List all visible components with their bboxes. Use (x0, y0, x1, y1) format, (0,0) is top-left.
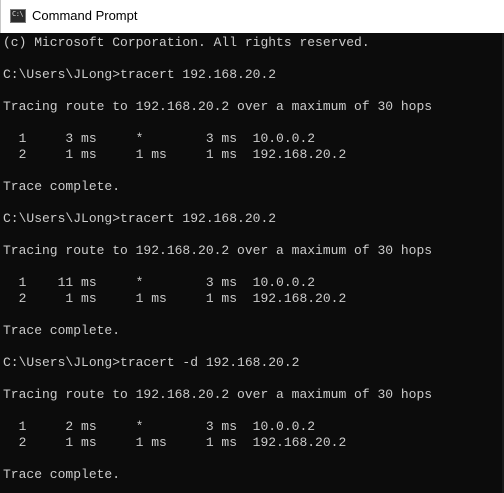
console-line: Trace complete. (3, 467, 121, 482)
window-border (0, 0, 1, 33)
console-line: 1 3 ms * 3 ms 10.0.0.2 (3, 131, 316, 146)
console-line: Tracing route to 192.168.20.2 over a max… (3, 387, 433, 402)
console-line: Tracing route to 192.168.20.2 over a max… (3, 243, 433, 258)
console-line: Trace complete. (3, 179, 121, 194)
console-line: (c) Microsoft Corporation. All rights re… (3, 35, 370, 50)
console-line: Trace complete. (3, 323, 121, 338)
console-line: C:\Users\JLong>tracert 192.168.20.2 (3, 67, 277, 82)
cmd-icon-glyph: C:\ (12, 10, 24, 18)
console-line: C:\Users\JLong>tracert 192.168.20.2 (3, 211, 277, 226)
command-prompt-window: C:\ Command Prompt (c) Microsoft Corpora… (0, 0, 504, 493)
console-line: 2 1 ms 1 ms 1 ms 192.168.20.2 (3, 435, 347, 450)
console-output[interactable]: (c) Microsoft Corporation. All rights re… (0, 33, 504, 493)
console-line: 1 11 ms * 3 ms 10.0.0.2 (3, 275, 316, 290)
cmd-icon[interactable]: C:\ (10, 9, 26, 23)
console-line: 2 1 ms 1 ms 1 ms 192.168.20.2 (3, 291, 347, 306)
console-line: Tracing route to 192.168.20.2 over a max… (3, 99, 433, 114)
console-line: 1 2 ms * 3 ms 10.0.0.2 (3, 419, 316, 434)
console-line: 2 1 ms 1 ms 1 ms 192.168.20.2 (3, 147, 347, 162)
title-bar[interactable]: C:\ Command Prompt (0, 0, 504, 33)
console-line: C:\Users\JLong>tracert -d 192.168.20.2 (3, 355, 300, 370)
window-title: Command Prompt (32, 8, 138, 23)
